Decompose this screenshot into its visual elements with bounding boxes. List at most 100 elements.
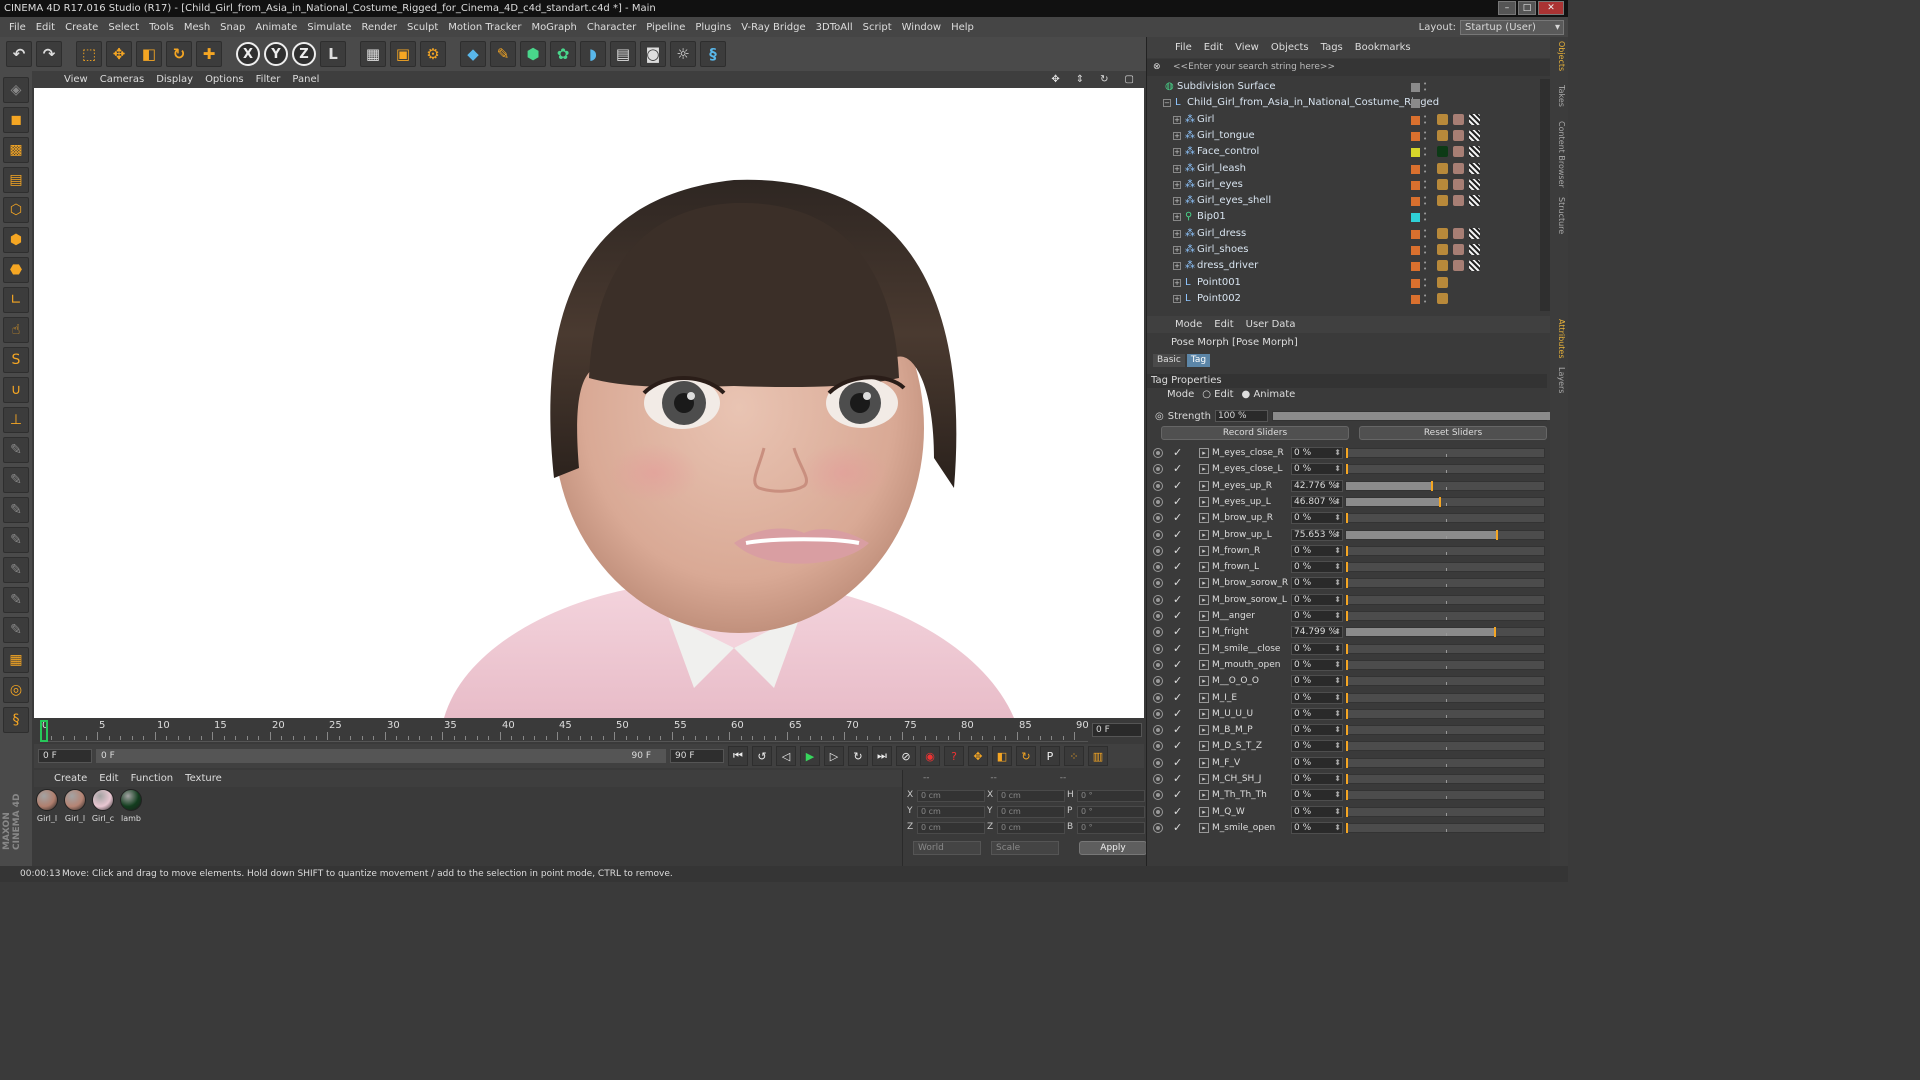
enable-checkbox[interactable]: ✓ [1173,559,1182,575]
paint-icon[interactable]: ◎ [3,677,29,703]
sculpt-mask-icon[interactable]: ✎ [3,617,29,643]
morph-slider[interactable] [1345,578,1545,589]
object-row[interactable]: + ⁂ Face_control • • [1147,144,1541,160]
expand-icon[interactable]: − [1163,99,1171,108]
sculpt-inflate-icon[interactable]: ✎ [3,557,29,583]
morph-slider[interactable] [1345,822,1545,833]
object-name[interactable]: Face_control [1197,144,1259,160]
object-tag-icon[interactable] [1437,178,1448,190]
object-row[interactable]: ◍ Subdivision Surface • • [1147,79,1541,95]
animate-toggle-icon[interactable] [1153,464,1163,475]
morph-value-field[interactable]: 0 % [1291,691,1343,704]
expand-icon[interactable]: + [1173,278,1181,287]
object-row[interactable]: + ⁂ Girl • • [1147,112,1541,128]
morph-value-field[interactable]: 74.799 % [1291,626,1343,639]
enable-checkbox[interactable]: ✓ [1173,510,1182,526]
z-axis-icon[interactable]: Z [292,42,316,66]
edges-mode-icon[interactable]: ⬢ [3,227,29,253]
object-tag-icon[interactable] [1469,129,1480,141]
object-name[interactable]: Point001 [1197,275,1241,291]
enable-checkbox[interactable]: ✓ [1173,608,1182,624]
morph-slider[interactable] [1345,790,1545,801]
enable-checkbox[interactable]: ✓ [1173,592,1182,608]
animate-toggle-icon[interactable] [1153,676,1163,687]
record-sliders-button[interactable]: Record Sliders [1161,426,1349,440]
next-frame-icon[interactable]: ▷ [824,746,844,766]
expand-icon[interactable]: + [1173,197,1181,206]
render-settings-icon[interactable]: ⚙ [420,41,446,67]
object-name[interactable]: Girl_shoes [1197,242,1248,258]
object-row[interactable]: + ⁂ Girl_eyes • • [1147,177,1541,193]
layer-color-swatch[interactable] [1411,229,1420,239]
enable-checkbox[interactable]: ✓ [1173,461,1182,477]
morph-slider-knob[interactable] [1346,594,1348,605]
morph-slider-knob[interactable] [1346,725,1348,736]
animate-toggle-icon[interactable] [1153,757,1163,768]
menu-select[interactable]: Select [103,22,144,33]
current-frame-field[interactable]: 0 F [1092,723,1142,737]
menu-file[interactable]: File [4,22,31,33]
morph-value-field[interactable]: 0 % [1291,610,1343,622]
visibility-dots-icon[interactable]: • • [1423,178,1427,191]
menu-animate[interactable]: Animate [250,22,302,33]
animate-toggle-icon[interactable] [1153,822,1163,833]
menu-edit[interactable]: Edit [31,22,60,33]
morph-slider-knob[interactable] [1346,448,1348,458]
morph-expand-icon[interactable]: ▸ [1199,806,1209,817]
sculpt-flatten-icon[interactable]: ✎ [3,527,29,553]
morph-slider[interactable] [1345,480,1545,491]
animate-toggle-icon[interactable] [1153,545,1163,556]
morph-slider-knob[interactable] [1346,578,1348,589]
search-input[interactable]: <<Enter your search string here>> [1173,62,1335,72]
expand-icon[interactable]: + [1173,148,1181,157]
side-tab-attributes[interactable]: Attributes [1552,319,1566,359]
attr-menu-mode[interactable]: Mode [1169,319,1208,330]
material-menu-create[interactable]: Create [48,773,93,784]
object-name[interactable]: Girl_tongue [1197,128,1255,144]
visibility-dots-icon[interactable]: • • [1423,195,1427,208]
3d-viewport[interactable] [34,88,1144,718]
minimize-button[interactable]: – [1498,1,1516,15]
material-item[interactable]: lamb [118,789,144,823]
next-key-icon[interactable]: ↻ [848,746,868,766]
morph-value-field[interactable]: 0 % [1291,675,1343,688]
end-frame-field[interactable]: 90 F [670,749,724,763]
object-row[interactable]: + ⁂ Girl_leash • • [1147,161,1541,177]
enable-checkbox[interactable]: ✓ [1173,445,1182,461]
lock-workplane-icon[interactable]: ▦ [3,647,29,673]
objects-menu-bookmarks[interactable]: Bookmarks [1349,42,1417,53]
rotation-key-icon[interactable]: ↻ [1016,746,1036,766]
timeline-ruler[interactable]: 0 5 10 15 20 25 30 35 40 45 50 55 60 65 70 75 80 85 90 [40,720,1089,742]
close-button[interactable]: ✕ [1538,1,1564,15]
search-close-icon[interactable]: ⊗ [1153,59,1161,76]
coordinate-field[interactable]: 0 cm [917,806,985,818]
morph-expand-icon[interactable]: ▸ [1199,643,1209,654]
expand-icon[interactable]: + [1173,246,1181,254]
morph-slider[interactable] [1345,774,1545,784]
morph-expand-icon[interactable]: ▸ [1199,692,1209,703]
visibility-dots-icon[interactable]: • • [1423,81,1427,94]
morph-slider[interactable] [1345,725,1545,736]
menu-tools[interactable]: Tools [144,22,179,33]
morph-expand-icon[interactable]: ▸ [1199,708,1209,719]
morph-value-field[interactable]: 0 % [1291,642,1343,655]
morph-value-field[interactable]: 0 % [1291,805,1343,818]
morph-value-field[interactable]: 0 % [1291,740,1343,753]
morph-slider[interactable] [1345,562,1545,573]
visibility-dots-icon[interactable]: • • [1423,244,1427,257]
side-tab-takes[interactable]: Takes [1552,85,1566,107]
morph-slider[interactable] [1345,676,1545,687]
object-row[interactable]: + ⁂ Girl_eyes_shell • • [1147,193,1541,209]
morph-slider[interactable] [1345,545,1545,556]
tweak-mode-icon[interactable]: ☝ [3,317,29,343]
morph-slider-knob[interactable] [1346,545,1348,556]
y-axis-icon[interactable]: Y [264,42,288,66]
viewport-menu-panel[interactable]: Panel [286,74,325,85]
autokey-icon[interactable]: ◉ [920,746,940,766]
objects-menu-tags[interactable]: Tags [1315,42,1349,53]
move-icon[interactable]: ✥ [106,41,132,67]
pen-icon[interactable]: ✎ [490,41,516,67]
visibility-dots-icon[interactable]: • • [1423,162,1427,175]
workplane-axis-icon[interactable]: ⊥ [3,407,29,433]
menu-script[interactable]: Script [858,22,897,33]
